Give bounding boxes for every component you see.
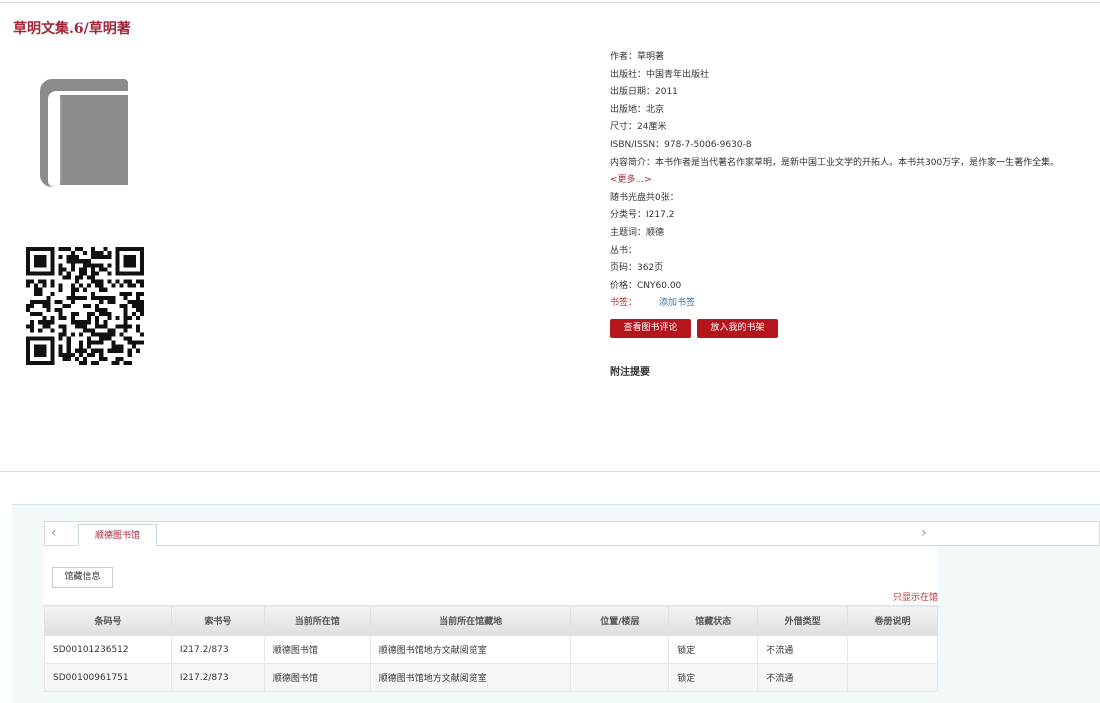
column-header: 当前所在馆藏地 <box>369 605 572 636</box>
summary-text: 内容简介：本书作者是当代著名作家草明，是新中国工业文学的开拓人。本书共300万字… <box>610 157 1060 168</box>
chevron-right-icon[interactable]: › <box>921 525 927 541</box>
floor-cell <box>570 663 670 692</box>
table-row: SD00101236512 I217.2/873 顺德图书馆 顺德图书馆地方文献… <box>44 635 938 664</box>
only-in-library-link[interactable]: 只显示在馆 <box>893 590 938 603</box>
floor-cell <box>570 635 670 664</box>
chevron-left-icon[interactable]: ‹ <box>51 525 57 541</box>
disc-info: 随书光盘共0张： <box>610 192 679 203</box>
section-divider <box>0 471 1100 472</box>
library-cell: 顺德图书馆 <box>263 635 371 664</box>
table-row: SD00100961751 I217.2/873 顺德图书馆 顺德图书馆地方文献… <box>44 663 938 692</box>
more-link[interactable]: <更多...> <box>610 175 652 185</box>
author: 作者：草明著 <box>610 52 665 62</box>
column-header: 条码号 <box>44 605 172 636</box>
barcode-cell: SD00100961751 <box>44 663 172 692</box>
call-number-cell: I217.2/873 <box>170 663 265 692</box>
column-header: 位置/楼层 <box>570 605 670 636</box>
publisher: 出版社：中国青年出版社 <box>610 69 710 80</box>
library-cell: 顺德图书馆 <box>263 663 371 692</box>
isbn: ISBN/ISSN：978-7-5006-9630-8 <box>610 139 752 150</box>
column-header: 卷册说明 <box>847 605 938 636</box>
book-metadata: 作者：草明著 出版社：中国青年出版社 出版日期：2011 出版地：北京 尺寸：2… <box>610 49 1060 313</box>
status-cell: 锁定 <box>668 663 759 692</box>
column-header: 馆藏状态 <box>668 605 759 636</box>
book-icon <box>40 79 128 187</box>
class-number: 分类号：I217.2 <box>610 210 675 221</box>
view-reviews-button[interactable]: 查看图书评论 <box>610 319 691 338</box>
series: 丛书： <box>610 245 638 256</box>
action-buttons: 查看图书评论 放入我的书架 <box>610 319 784 338</box>
column-header: 当前所在馆 <box>263 605 371 636</box>
tab-library[interactable]: 顺德图书馆 <box>78 524 157 548</box>
add-bookmark-link[interactable]: 添加书签 <box>659 298 695 308</box>
page-count: 页码：362页 <box>610 263 664 274</box>
qr-code-icon <box>26 247 144 365</box>
table-header-row: 条码号 索书号 当前所在馆 当前所在馆藏地 位置/楼层 馆藏状态 外借类型 卷册… <box>44 605 938 636</box>
library-tabbar: ‹ 顺德图书馆 › <box>44 521 1100 548</box>
bookmark-label: 书签： <box>610 298 638 309</box>
notes-heading: 附注提要 <box>610 367 650 378</box>
loan-type-cell: 不流通 <box>757 635 849 664</box>
location-cell: 顺德图书馆地方文献阅览室 <box>369 663 572 692</box>
holdings-table: 条码号 索书号 当前所在馆 当前所在馆藏地 位置/楼层 馆藏状态 外借类型 卷册… <box>44 605 938 692</box>
price: 价格：CNY60.00 <box>610 280 682 291</box>
volume-note-cell <box>847 663 938 692</box>
call-number-cell: I217.2/873 <box>170 635 265 664</box>
book-size: 尺寸：24厘米 <box>610 122 667 133</box>
volume-note-cell <box>847 635 938 664</box>
summary: 内容简介：本书作者是当代著名作家草明，是新中国工业文学的开拓人。本书共300万字… <box>610 155 1060 190</box>
top-divider <box>0 2 1100 3</box>
bookmark-row: 书签： 添加书签 <box>610 295 1060 313</box>
publication-date: 出版日期：2011 <box>610 87 678 98</box>
subject-terms: 主题词：顺德 <box>610 227 665 238</box>
publication-place: 出版地：北京 <box>610 104 665 115</box>
holdings-content <box>44 546 938 605</box>
column-header: 外借类型 <box>757 605 849 636</box>
barcode-cell: SD00101236512 <box>44 635 172 664</box>
loan-type-cell: 不流通 <box>757 663 849 692</box>
column-header: 索书号 <box>170 605 265 636</box>
location-cell: 顺德图书馆地方文献阅览室 <box>369 635 572 664</box>
add-to-shelf-button[interactable]: 放入我的书架 <box>697 319 778 338</box>
page-title: 草明文集.6/草明著 <box>13 21 131 37</box>
status-cell: 锁定 <box>668 635 759 664</box>
tab-holdings-info[interactable]: 馆藏信息 <box>52 567 113 588</box>
